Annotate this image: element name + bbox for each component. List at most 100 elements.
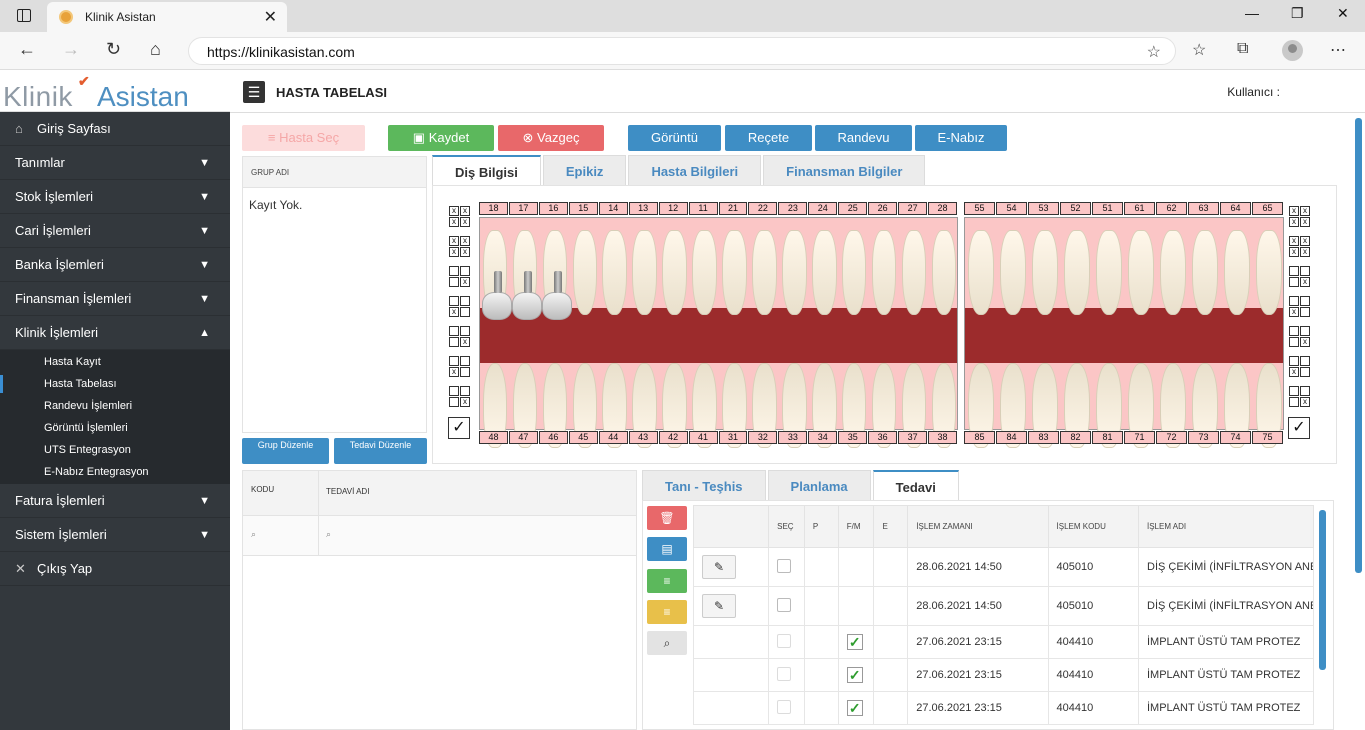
tooth-surface-checkbox[interactable]: x xyxy=(449,367,459,377)
browser-tab[interactable]: Klinik Asistan ✕ xyxy=(47,2,287,32)
tooth-surface-checkbox[interactable]: x xyxy=(1300,236,1310,246)
tooth-surface-checkbox[interactable] xyxy=(449,277,459,287)
tooth-surface-checkbox[interactable] xyxy=(1289,326,1299,336)
tooth-65[interactable] xyxy=(1255,230,1283,315)
preview-icon[interactable]: ⌕ xyxy=(647,631,687,655)
implant-crown-17[interactable] xyxy=(511,271,542,320)
tab-diagnosis[interactable]: Tanı - Teşhis xyxy=(642,470,766,501)
tooth-number-83[interactable]: 83 xyxy=(1028,431,1059,444)
table-row[interactable]: ✎ 28.06.2021 14:50 405010 DİŞ ÇEKİMİ (İN… xyxy=(692,547,1314,587)
tooth-21[interactable] xyxy=(722,230,747,315)
tooth-number-34[interactable]: 34 xyxy=(808,431,838,444)
tooth-surface-checkbox[interactable]: x xyxy=(1289,206,1299,216)
tooth-surface-checkbox[interactable]: x xyxy=(449,247,459,257)
submenu-uts[interactable]: UTS Entegrasyon xyxy=(0,439,230,461)
tooth-number-11[interactable]: 11 xyxy=(688,202,718,215)
tooth-surface-checkbox[interactable]: x xyxy=(460,337,470,347)
minimize-icon[interactable]: — xyxy=(1245,5,1259,21)
tooth-number-48[interactable]: 48 xyxy=(479,431,508,444)
tab-treatment[interactable]: Tedavi xyxy=(872,470,959,501)
tooth-number-62[interactable]: 62 xyxy=(1156,202,1187,215)
cancel-button[interactable]: ⊗ Vazgeç xyxy=(498,125,604,151)
collections-icon[interactable]: ⧉ xyxy=(1237,40,1248,58)
row-select-checkbox[interactable] xyxy=(777,699,792,714)
tooth-number-72[interactable]: 72 xyxy=(1156,431,1187,444)
tab-patient-info[interactable]: Hasta Bilgileri xyxy=(628,155,762,186)
table-row[interactable]: ✓ 27.06.2021 23:15 404410 İMPLANT ÜSTÜ T… xyxy=(692,625,1314,659)
tooth-55[interactable] xyxy=(967,230,995,315)
tooth-surface-checkbox[interactable]: x xyxy=(1289,307,1299,317)
tooth-number-74[interactable]: 74 xyxy=(1220,431,1251,444)
sidebar-item-stock[interactable]: Stok İşlemleri ▼ xyxy=(0,180,230,214)
tooth-surface-checkbox[interactable]: x xyxy=(1300,277,1310,287)
tooth-surface-checkbox[interactable] xyxy=(449,296,459,306)
tooth-number-14[interactable]: 14 xyxy=(598,202,628,215)
tooth-number-61[interactable]: 61 xyxy=(1124,202,1155,215)
tooth-62[interactable] xyxy=(1159,230,1187,315)
tooth-26[interactable] xyxy=(871,230,897,315)
tooth-number-26[interactable]: 26 xyxy=(868,202,898,215)
forward-icon[interactable]: → xyxy=(62,39,80,60)
sidebar-item-definitions[interactable]: Tanımlar ▼ xyxy=(0,146,230,180)
tooth-number-12[interactable]: 12 xyxy=(658,202,688,215)
tab-dental-info[interactable]: Diş Bilgisi xyxy=(432,155,541,186)
select-patient-button[interactable]: ≡ Hasta Seç xyxy=(242,125,365,151)
tab-epicrisis[interactable]: Epikiz xyxy=(542,155,627,186)
tooth-number-18[interactable]: 18 xyxy=(479,202,508,215)
sidebar-item-home[interactable]: ⌂ Giriş Sayfası xyxy=(0,112,230,146)
tooth-number-27[interactable]: 27 xyxy=(898,202,928,215)
tooth-surface-checkbox[interactable] xyxy=(449,386,459,396)
tooth-number-13[interactable]: 13 xyxy=(628,202,658,215)
prescription-button[interactable]: Reçete xyxy=(725,125,812,151)
tooth-number-17[interactable]: 17 xyxy=(508,202,538,215)
tooth-surface-checkbox[interactable]: x xyxy=(1300,397,1310,407)
tooth-54[interactable] xyxy=(999,230,1027,315)
tooth-number-16[interactable]: 16 xyxy=(538,202,568,215)
image-button[interactable]: Görüntü xyxy=(628,125,721,151)
table-row[interactable]: ✎ 28.06.2021 14:50 405010 DİŞ ÇEKİMİ (İN… xyxy=(692,586,1314,626)
tooth-surface-checkbox[interactable]: x xyxy=(460,206,470,216)
tooth-number-84[interactable]: 84 xyxy=(996,431,1027,444)
back-icon[interactable]: ← xyxy=(18,39,36,60)
tooth-number-28[interactable]: 28 xyxy=(928,202,957,215)
tooth-number-36[interactable]: 36 xyxy=(868,431,898,444)
tooth-52[interactable] xyxy=(1063,230,1091,315)
tooth-number-75[interactable]: 75 xyxy=(1252,431,1283,444)
tooth-number-44[interactable]: 44 xyxy=(598,431,628,444)
implant-crown-18[interactable] xyxy=(482,271,512,320)
tooth-number-55[interactable]: 55 xyxy=(964,202,995,215)
tooth-11[interactable] xyxy=(692,230,717,315)
tooth-surface-checkbox[interactable] xyxy=(449,337,459,347)
row-select-checkbox[interactable] xyxy=(777,633,792,648)
tooth-surface-checkbox[interactable] xyxy=(460,307,470,317)
tooth-surface-checkbox[interactable] xyxy=(1300,367,1310,377)
tooth-64[interactable] xyxy=(1223,230,1251,315)
search-icon[interactable]: ⌕ xyxy=(326,529,331,540)
submenu-images[interactable]: Görüntü İşlemleri xyxy=(0,417,230,439)
tooth-number-35[interactable]: 35 xyxy=(838,431,868,444)
implant-crown-16[interactable] xyxy=(541,271,572,320)
enabiz-button[interactable]: E-Nabız xyxy=(915,125,1007,151)
tooth-surface-checkbox[interactable]: x xyxy=(1289,367,1299,377)
tooth-23[interactable] xyxy=(782,230,807,315)
tooth-22[interactable] xyxy=(752,230,777,315)
tooth-surface-checkbox[interactable] xyxy=(1300,386,1310,396)
tooth-number-33[interactable]: 33 xyxy=(778,431,808,444)
tooth-61[interactable] xyxy=(1127,230,1155,315)
tooth-number-42[interactable]: 42 xyxy=(658,431,688,444)
submenu-patient-chart[interactable]: Hasta Tabelası xyxy=(0,373,230,395)
list-icon[interactable]: ≡ xyxy=(647,569,687,593)
tooth-surface-checkbox[interactable] xyxy=(1289,386,1299,396)
tooth-28[interactable] xyxy=(931,230,957,315)
tooth-surface-checkbox[interactable]: x xyxy=(1300,337,1310,347)
tooth-surface-checkbox[interactable]: x xyxy=(460,277,470,287)
tooth-number-25[interactable]: 25 xyxy=(838,202,868,215)
restore-icon[interactable]: ❐ xyxy=(1291,5,1304,22)
document-icon[interactable]: ▤ xyxy=(647,537,687,561)
favorites-icon[interactable]: ☆ xyxy=(1192,40,1206,60)
group-edit-button[interactable]: Grup Düzenle xyxy=(242,438,329,464)
tooth-surface-checkbox[interactable] xyxy=(1300,356,1310,366)
close-window-icon[interactable]: ✕ xyxy=(1337,5,1349,22)
table-scrollbar[interactable] xyxy=(1319,510,1326,670)
select-all-checkbox[interactable]: ✓ xyxy=(1288,417,1310,439)
